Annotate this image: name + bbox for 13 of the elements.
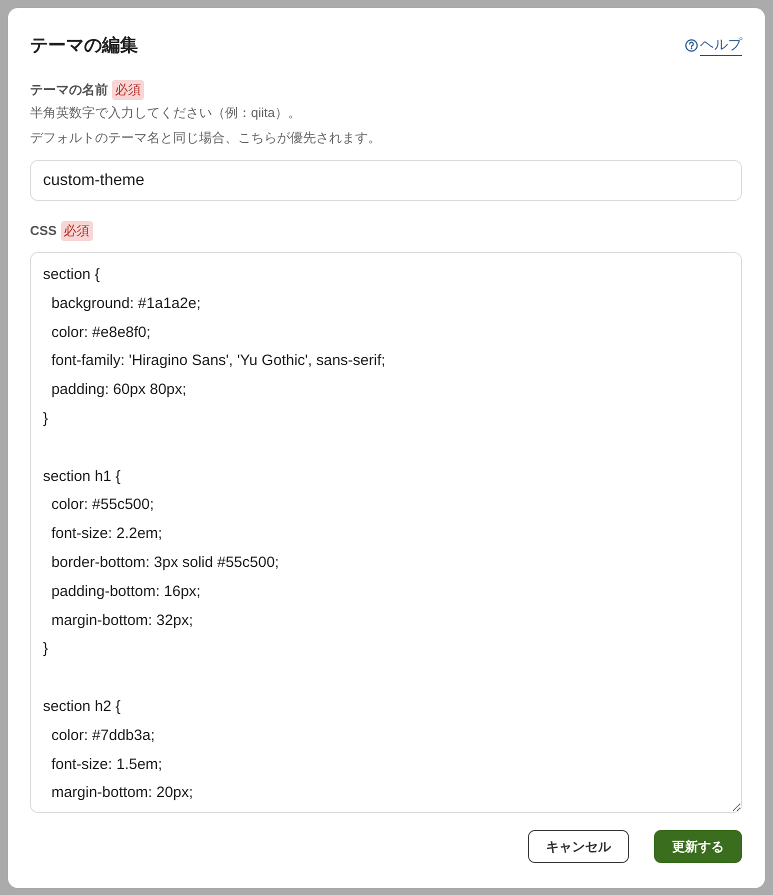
hint-text: デフォルトのテーマ名と同じ場合、こちらが優先されます。 [30,129,382,147]
required-badge: 必須 [60,221,93,241]
theme-name-input[interactable]: custom-theme [30,160,742,201]
css-textarea[interactable]: section { background: #1a1a2e; color: #e8e8f0; font-family: 'Hiragino Sans', 'Yu Gothic', sans-serif; padding: 60px 80px; } section h1 { color: #55c500; font-size: 2.2em; border-bottom: 3px solid #55c500; padding-bottom: 16px; margin-bottom: 32px; } section h2 { color: #7ddb3a; font-size: 1.5em; margin-bottom: 20px; [30,252,742,813]
help-link[interactable]: ヘルプ [685,34,742,56]
field-label: テーマの名前 [30,81,108,99]
cancel-button[interactable]: キャンセル [528,830,629,863]
dialog-title: テーマの編集 [30,34,138,57]
required-badge: 必須 [112,80,144,100]
hint-text: 半角英数字で入力してください（例：qiita）。 [30,104,302,122]
update-button[interactable]: 更新する [654,830,742,863]
field-label: CSS [30,222,57,240]
question-circle-icon[interactable] [685,38,698,52]
